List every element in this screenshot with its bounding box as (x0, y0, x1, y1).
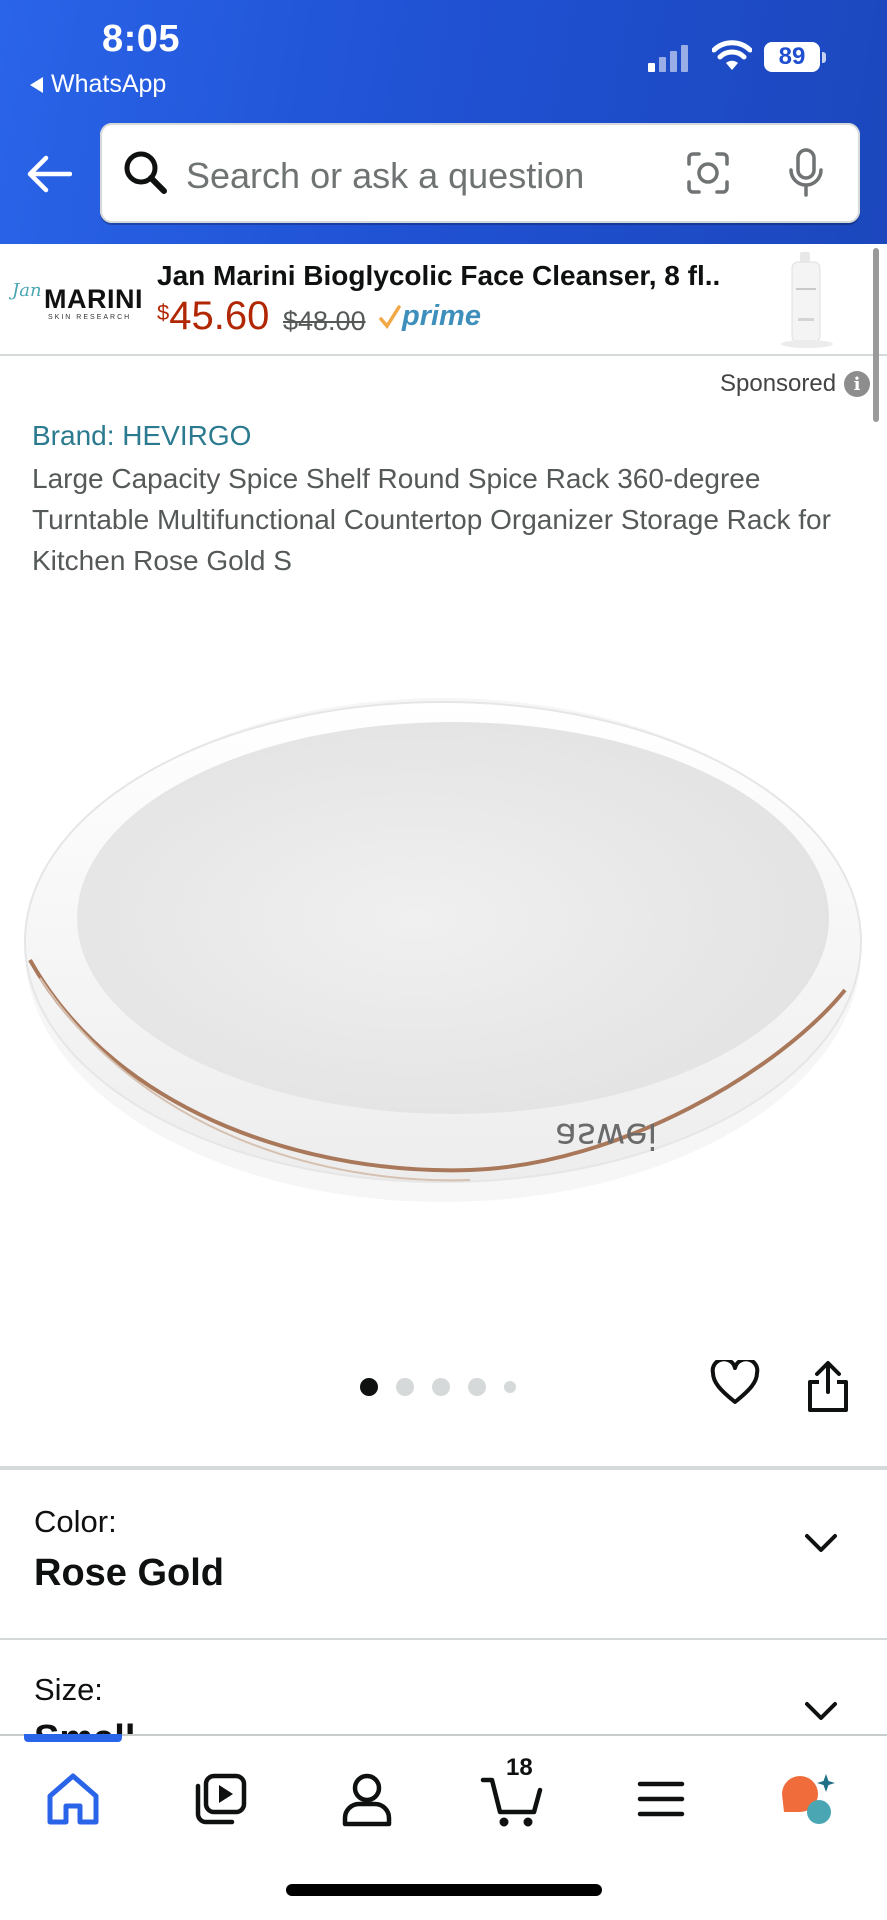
back-app-label: WhatsApp (51, 70, 167, 98)
menu-icon[interactable] (628, 1768, 694, 1830)
carousel-dot[interactable] (396, 1378, 414, 1396)
chevron-down-icon[interactable] (804, 1532, 838, 1554)
sponsored-label[interactable]: Sponsored i (720, 370, 871, 398)
search-icon (124, 151, 167, 194)
ad-product-thumbnail[interactable] (770, 248, 844, 352)
size-label: Size: (34, 1672, 103, 1707)
heart-icon[interactable] (710, 1360, 760, 1406)
ad-was-price: $48.00 (283, 306, 366, 336)
prime-check-icon (379, 304, 401, 329)
account-icon[interactable] (334, 1768, 400, 1830)
sponsored-ad-banner[interactable]: Jan MARINI SKIN RESEARCH Jan Marini Biog… (0, 244, 887, 356)
wifi-icon (712, 40, 752, 70)
back-triangle-icon (30, 76, 43, 93)
ad-price: $45.60 (157, 294, 270, 338)
option-divider (0, 1638, 887, 1640)
prime-badge: prime (378, 300, 481, 333)
product-image-logo: aswei (555, 1115, 657, 1156)
search-input[interactable]: Search or ask a question (186, 155, 584, 197)
carousel-dot[interactable] (504, 1381, 516, 1393)
search-bar[interactable]: Search or ask a question (100, 123, 860, 223)
battery-tip (822, 52, 826, 63)
cellular-signal-icon (648, 44, 688, 72)
info-icon[interactable]: i (844, 371, 871, 397)
product-title: Large Capacity Spice Shelf Round Spice R… (32, 463, 831, 576)
carousel-dot[interactable] (360, 1378, 378, 1396)
microphone-icon[interactable] (788, 148, 824, 198)
back-arrow-icon[interactable] (26, 154, 72, 194)
chevron-down-icon[interactable] (804, 1700, 838, 1722)
rufus-ai-icon[interactable] (776, 1768, 842, 1830)
section-divider (0, 1466, 887, 1470)
color-label: Color: (34, 1504, 117, 1539)
image-carousel-dots[interactable] (360, 1378, 516, 1396)
battery-indicator: 89 (764, 42, 820, 72)
ad-product-title[interactable]: Jan Marini Bioglycolic Face Cleanser, 8 … (157, 260, 720, 292)
active-tab-indicator (24, 1734, 122, 1742)
carousel-dot[interactable] (468, 1378, 486, 1396)
jan-marini-logo: Jan MARINI SKIN RESEARCH (12, 280, 143, 321)
video-icon[interactable] (186, 1768, 252, 1830)
home-icon[interactable] (40, 1768, 106, 1830)
carousel-dot[interactable] (432, 1378, 450, 1396)
product-image[interactable]: aswei (0, 600, 887, 1360)
color-value: Rose Gold (34, 1552, 225, 1594)
app-header: 8:05 WhatsApp 89 Search or ask a questio… (0, 0, 887, 244)
scroll-indicator (873, 248, 879, 422)
home-indicator (286, 1884, 602, 1896)
share-icon[interactable] (804, 1360, 852, 1414)
back-to-app-link[interactable]: WhatsApp (30, 70, 166, 99)
cart-button[interactable]: 18 (480, 1754, 546, 1830)
cart-count-badge: 18 (506, 1754, 533, 1781)
status-time: 8:05 (102, 18, 181, 60)
camera-lens-icon[interactable] (685, 150, 731, 196)
brand-link[interactable]: Brand: HEVIRGO (32, 420, 251, 452)
